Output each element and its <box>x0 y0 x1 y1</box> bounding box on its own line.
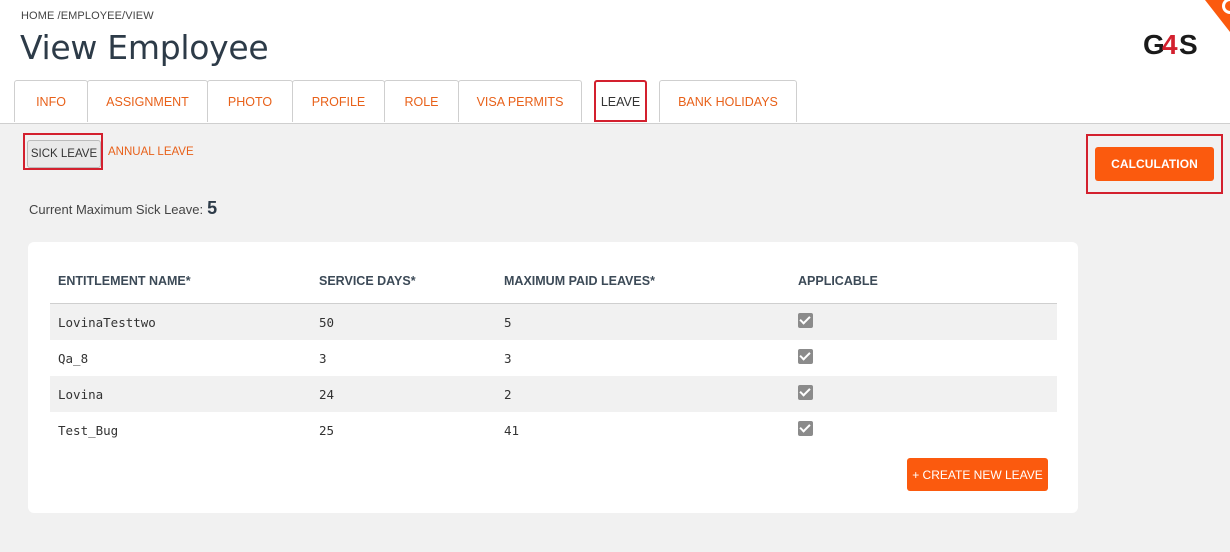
tab-role[interactable]: ROLE <box>384 80 459 122</box>
highlight-box <box>1086 134 1223 194</box>
table-row: Lovina 24 2 <box>50 376 1057 412</box>
max-sick-leave-value: 5 <box>207 198 218 218</box>
max-paid-leaves: 41 <box>504 423 520 438</box>
annual-leave-link[interactable]: ANNUAL LEAVE <box>108 146 194 158</box>
g4s-logo: G 4 S <box>1143 29 1198 60</box>
entitlement-name: LovinaTesttwo <box>58 315 156 330</box>
entitlement-name: Qa_8 <box>58 351 89 366</box>
table-header: ENTITLEMENT NAME* SERVICE DAYS* MAXIMUM … <box>50 274 1057 304</box>
service-days: 50 <box>319 315 335 330</box>
highlight-box <box>23 133 103 170</box>
svg-text:S: S <box>1179 29 1198 60</box>
corner-badge-icon[interactable] <box>1200 0 1230 32</box>
tab-assignment[interactable]: ASSIGNMENT <box>87 80 208 122</box>
tabs-divider <box>0 123 1230 124</box>
svg-text:4: 4 <box>1162 29 1178 60</box>
entitlement-card: ENTITLEMENT NAME* SERVICE DAYS* MAXIMUM … <box>28 242 1078 513</box>
column-header: ENTITLEMENT NAME* <box>58 274 191 288</box>
max-paid-leaves: 3 <box>504 351 512 366</box>
create-new-leave-button[interactable]: + CREATE NEW LEAVE <box>907 458 1048 491</box>
page-title: View Employee <box>20 28 269 67</box>
service-days: 3 <box>319 351 327 366</box>
tab-visa-permits[interactable]: VISA PERMITS <box>458 80 582 122</box>
column-header: SERVICE DAYS* <box>319 274 416 288</box>
max-sick-leave-label: Current Maximum Sick Leave: <box>29 202 204 217</box>
tab-leave[interactable]: LEAVE <box>594 80 647 122</box>
tab-photo[interactable]: PHOTO <box>207 80 293 122</box>
max-paid-leaves: 2 <box>504 387 512 402</box>
checkbox-checked-icon[interactable] <box>798 385 813 400</box>
column-header: MAXIMUM PAID LEAVES* <box>504 274 655 288</box>
table-row: LovinaTesttwo 50 5 <box>50 304 1057 340</box>
checkbox-checked-icon[interactable] <box>798 349 813 364</box>
breadcrumb[interactable]: HOME /EMPLOYEE/VIEW <box>21 10 154 22</box>
max-paid-leaves: 5 <box>504 315 512 330</box>
table-row: Qa_8 3 3 <box>50 340 1057 376</box>
service-days: 25 <box>319 423 335 438</box>
entitlement-name: Test_Bug <box>58 423 119 438</box>
tab-bank-holidays[interactable]: BANK HOLIDAYS <box>659 80 797 122</box>
tab-info[interactable]: INFO <box>14 80 88 122</box>
max-sick-leave: Current Maximum Sick Leave: 5 <box>29 198 217 219</box>
column-header: APPLICABLE <box>798 274 878 288</box>
entitlement-name: Lovina <box>58 387 104 402</box>
service-days: 24 <box>319 387 335 402</box>
checkbox-checked-icon[interactable] <box>798 421 813 436</box>
checkbox-checked-icon[interactable] <box>798 313 813 328</box>
tab-profile[interactable]: PROFILE <box>292 80 385 122</box>
table-row: Test_Bug 25 41 <box>50 412 1057 448</box>
